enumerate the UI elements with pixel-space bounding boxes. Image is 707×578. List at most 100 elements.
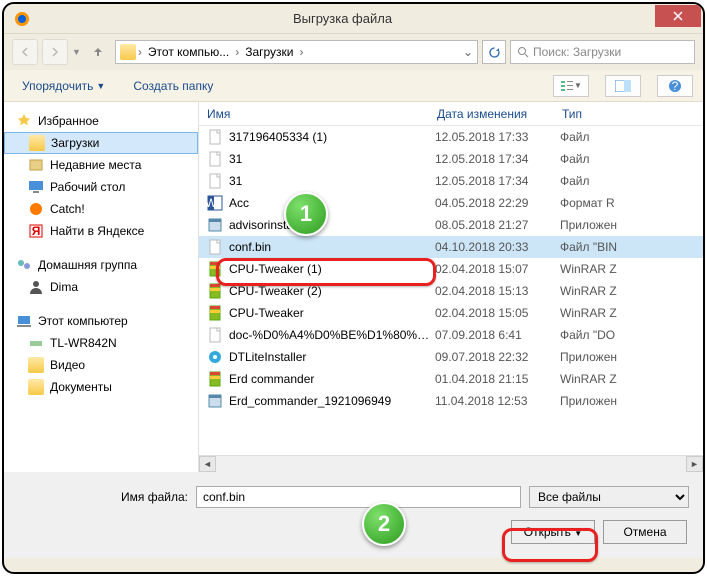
device-icon — [28, 335, 44, 351]
path-seg-1[interactable]: Этот компью... — [144, 45, 233, 59]
sidebar-homegroup-header[interactable]: Домашняя группа — [4, 254, 198, 276]
file-name: 31 — [229, 152, 435, 166]
firefox-icon — [14, 11, 30, 27]
file-name: doc-%D0%A4%D0%BE%D1%80%D0%BC... — [229, 328, 435, 342]
open-button[interactable]: Открыть ▼ — [511, 520, 595, 544]
file-date: 12.05.2018 17:34 — [435, 174, 560, 188]
sidebar-item-yandex[interactable]: ЯНайти в Яндексе — [4, 220, 198, 242]
file-row[interactable]: 317196405334 (1)12.05.2018 17:33Файл — [199, 126, 703, 148]
titlebar: Выгрузка файла — [4, 4, 703, 34]
preview-pane-button[interactable] — [605, 75, 641, 97]
file-icon — [207, 173, 223, 189]
file-date: 02.04.2018 15:07 — [435, 262, 560, 276]
file-name: Erd commander — [229, 372, 435, 386]
file-type: WinRAR Z — [560, 372, 703, 386]
sidebar-item-recent[interactable]: Недавние места — [4, 154, 198, 176]
help-button[interactable]: ? — [657, 75, 693, 97]
homegroup-icon — [16, 257, 32, 273]
file-date: 09.07.2018 22:32 — [435, 350, 560, 364]
file-row[interactable]: advisorinstaller08.05.2018 21:27Приложен — [199, 214, 703, 236]
path-bar[interactable]: › Этот компью... › Загрузки › ⌄ — [115, 40, 478, 64]
sidebar-favorites-header[interactable]: Избранное — [4, 110, 198, 132]
sidebar-item-router[interactable]: TL-WR842N — [4, 332, 198, 354]
file-date: 12.05.2018 17:34 — [435, 152, 560, 166]
col-type[interactable]: Тип — [554, 107, 703, 121]
refresh-icon — [488, 46, 501, 59]
filetype-select[interactable]: Все файлы — [529, 486, 689, 508]
svg-text:?: ? — [672, 79, 679, 93]
refresh-button[interactable] — [482, 40, 506, 64]
file-name: Acc — [229, 196, 435, 210]
file-row[interactable]: Erd commander01.04.2018 21:15WinRAR Z — [199, 368, 703, 390]
sidebar-thispc-header[interactable]: Этот компьютер — [4, 310, 198, 332]
desktop-icon — [28, 179, 44, 195]
file-row[interactable]: conf.bin04.10.2018 20:33Файл "BIN — [199, 236, 703, 258]
file-name: Erd_commander_1921096949 — [229, 394, 435, 408]
file-name: DTLiteInstaller — [229, 350, 435, 364]
sidebar-item-downloads[interactable]: Загрузки — [4, 132, 198, 154]
svg-text:W: W — [207, 196, 217, 210]
sidebar-item-videos[interactable]: Видео — [4, 354, 198, 376]
file-icon — [207, 349, 223, 365]
chevron-right-icon: › — [300, 45, 304, 59]
file-icon — [207, 261, 223, 277]
col-date[interactable]: Дата изменения — [429, 107, 554, 121]
view-button[interactable]: ▼ — [553, 75, 589, 97]
file-date: 11.04.2018 12:53 — [435, 394, 560, 408]
scroll-right-icon[interactable]: ► — [686, 456, 703, 472]
file-row[interactable]: WAcc04.05.2018 22:29Формат R — [199, 192, 703, 214]
file-name: CPU-Tweaker (1) — [229, 262, 435, 276]
sidebar-item-documents[interactable]: Документы — [4, 376, 198, 398]
chevron-down-icon[interactable]: ⌄ — [463, 45, 473, 59]
up-button[interactable] — [85, 39, 111, 65]
file-row[interactable]: CPU-Tweaker02.04.2018 15:05WinRAR Z — [199, 302, 703, 324]
user-icon — [28, 279, 44, 295]
scroll-left-icon[interactable]: ◄ — [199, 456, 216, 472]
file-name: conf.bin — [229, 240, 435, 254]
file-row[interactable]: DTLiteInstaller09.07.2018 22:32Приложен — [199, 346, 703, 368]
new-folder-button[interactable]: Создать папку — [125, 77, 221, 95]
search-input[interactable]: Поиск: Загрузки — [510, 40, 695, 64]
organize-button[interactable]: Упорядочить ▼ — [14, 77, 113, 95]
folder-icon — [120, 44, 136, 60]
file-date: 12.05.2018 17:33 — [435, 130, 560, 144]
file-type: Приложен — [560, 350, 703, 364]
file-icon — [207, 129, 223, 145]
file-row[interactable]: CPU-Tweaker (1)02.04.2018 15:07WinRAR Z — [199, 258, 703, 280]
file-row[interactable]: doc-%D0%A4%D0%BE%D1%80%D0%BC...07.09.201… — [199, 324, 703, 346]
recent-icon — [28, 157, 44, 173]
chevron-down-icon: ▼ — [96, 81, 105, 91]
filename-label: Имя файла: — [18, 490, 188, 504]
file-row[interactable]: 3112.05.2018 17:34Файл — [199, 170, 703, 192]
file-icon: W — [207, 195, 223, 211]
back-button[interactable] — [12, 39, 38, 65]
path-seg-2[interactable]: Загрузки — [241, 45, 297, 59]
file-icon — [207, 371, 223, 387]
file-row[interactable]: CPU-Tweaker (2)02.04.2018 15:13WinRAR Z — [199, 280, 703, 302]
horizontal-scrollbar[interactable]: ◄ ► — [199, 455, 703, 472]
close-icon — [673, 11, 683, 21]
file-icon — [207, 327, 223, 343]
recent-dropdown-icon[interactable]: ▼ — [72, 47, 81, 57]
svg-text:Я: Я — [32, 224, 41, 238]
sidebar-item-catch[interactable]: Catch! — [4, 198, 198, 220]
file-type: Формат R — [560, 196, 703, 210]
help-icon: ? — [668, 79, 682, 93]
sidebar: Избранное Загрузки Недавние места Рабочи… — [4, 102, 199, 472]
filename-input[interactable] — [196, 486, 521, 508]
sidebar-item-desktop[interactable]: Рабочий стол — [4, 176, 198, 198]
file-type: Файл — [560, 130, 703, 144]
sidebar-item-dima[interactable]: Dima — [4, 276, 198, 298]
file-row[interactable]: 3112.05.2018 17:34Файл — [199, 148, 703, 170]
col-name[interactable]: Имя — [199, 107, 429, 121]
close-button[interactable] — [655, 5, 701, 27]
cancel-button[interactable]: Отмена — [603, 520, 687, 544]
forward-button[interactable] — [42, 39, 68, 65]
file-icon — [207, 283, 223, 299]
file-date: 08.05.2018 21:27 — [435, 218, 560, 232]
file-row[interactable]: Erd_commander_192109694911.04.2018 12:53… — [199, 390, 703, 412]
catch-icon — [28, 201, 44, 217]
file-type: Файл "DO — [560, 328, 703, 342]
file-list[interactable]: 317196405334 (1)12.05.2018 17:33Файл3112… — [199, 126, 703, 455]
arrow-left-icon — [19, 46, 31, 58]
